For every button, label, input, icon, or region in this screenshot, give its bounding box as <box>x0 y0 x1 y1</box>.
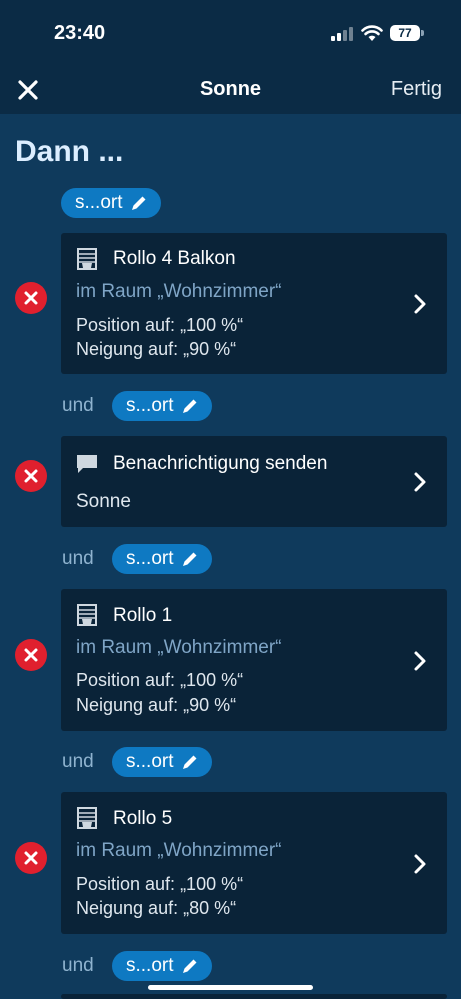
pencil-icon <box>182 959 197 973</box>
status-time: 23:40 <box>54 22 106 44</box>
close-icon <box>24 851 38 865</box>
action-room: im Raum „Wohnzimmer“ <box>76 281 282 302</box>
message-icon <box>77 455 97 473</box>
action-tilt: Neigung auf: „80 %“ <box>76 898 237 918</box>
timing-chip[interactable]: s...ort <box>112 747 212 777</box>
action-card-rollo-4-balkon[interactable]: Rollo 4 Balkon im Raum „Wohnzimmer“ Posi… <box>61 233 447 374</box>
action-title: Rollo 5 <box>113 808 173 829</box>
action-card-partial <box>61 994 447 999</box>
connector-label: und <box>62 548 94 569</box>
status-bar: 23:40 77 <box>0 0 461 64</box>
timing-chip[interactable]: s...ort <box>61 188 161 218</box>
timing-chip-label: s...ort <box>126 751 174 772</box>
action-position: Position auf: „100 %“ <box>76 670 244 690</box>
timing-chip-label: s...ort <box>126 395 174 416</box>
nav-bar: Sonne Fertig <box>0 64 461 114</box>
action-tilt: Neigung auf: „90 %“ <box>76 339 237 359</box>
connector-label: und <box>62 395 94 416</box>
wifi-icon <box>361 25 383 41</box>
delete-action-button[interactable] <box>15 639 47 671</box>
shutter-icon <box>77 604 97 626</box>
shutter-icon <box>77 807 97 829</box>
close-icon <box>24 648 38 662</box>
timing-chip-label: s...ort <box>75 192 123 213</box>
battery-icon: 77 <box>390 25 420 41</box>
action-room: im Raum „Wohnzimmer“ <box>76 840 282 861</box>
chevron-right-icon <box>414 294 426 314</box>
action-card-notification[interactable]: Benachrichtigung senden Sonne <box>61 436 447 527</box>
timing-chip[interactable]: s...ort <box>112 951 212 981</box>
delete-action-button[interactable] <box>15 460 47 492</box>
pencil-icon <box>131 196 146 210</box>
pencil-icon <box>182 399 197 413</box>
timing-chip[interactable]: s...ort <box>112 544 212 574</box>
done-button[interactable]: Fertig <box>391 78 442 101</box>
connector-label: und <box>62 955 94 976</box>
connector-label: und <box>62 751 94 772</box>
action-room: im Raum „Wohnzimmer“ <box>76 637 282 658</box>
shutter-icon <box>77 248 97 270</box>
pencil-icon <box>182 755 197 769</box>
timing-chip[interactable]: s...ort <box>112 391 212 421</box>
action-card-rollo-1[interactable]: Rollo 1 im Raum „Wohnzimmer“ Position au… <box>61 589 447 731</box>
delete-action-button[interactable] <box>15 282 47 314</box>
chevron-right-icon <box>414 472 426 492</box>
chevron-right-icon <box>414 651 426 671</box>
timing-chip-label: s...ort <box>126 548 174 569</box>
section-title: Dann ... <box>15 135 124 168</box>
cellular-signal-icon <box>331 27 355 41</box>
notification-message: Sonne <box>76 491 131 512</box>
action-position: Position auf: „100 %“ <box>76 874 244 894</box>
battery-nub <box>421 30 424 36</box>
action-card-rollo-5[interactable]: Rollo 5 im Raum „Wohnzimmer“ Position au… <box>61 792 447 934</box>
action-position: Position auf: „100 %“ <box>76 315 244 335</box>
action-tilt: Neigung auf: „90 %“ <box>76 695 237 715</box>
chevron-right-icon <box>414 854 426 874</box>
delete-action-button[interactable] <box>15 842 47 874</box>
action-title: Rollo 1 <box>113 605 173 626</box>
action-title: Benachrichtigung senden <box>113 453 328 474</box>
action-title: Rollo 4 Balkon <box>113 248 236 269</box>
home-indicator <box>148 985 313 990</box>
timing-chip-label: s...ort <box>126 955 174 976</box>
pencil-icon <box>182 552 197 566</box>
close-icon <box>24 291 38 305</box>
close-icon <box>24 469 38 483</box>
